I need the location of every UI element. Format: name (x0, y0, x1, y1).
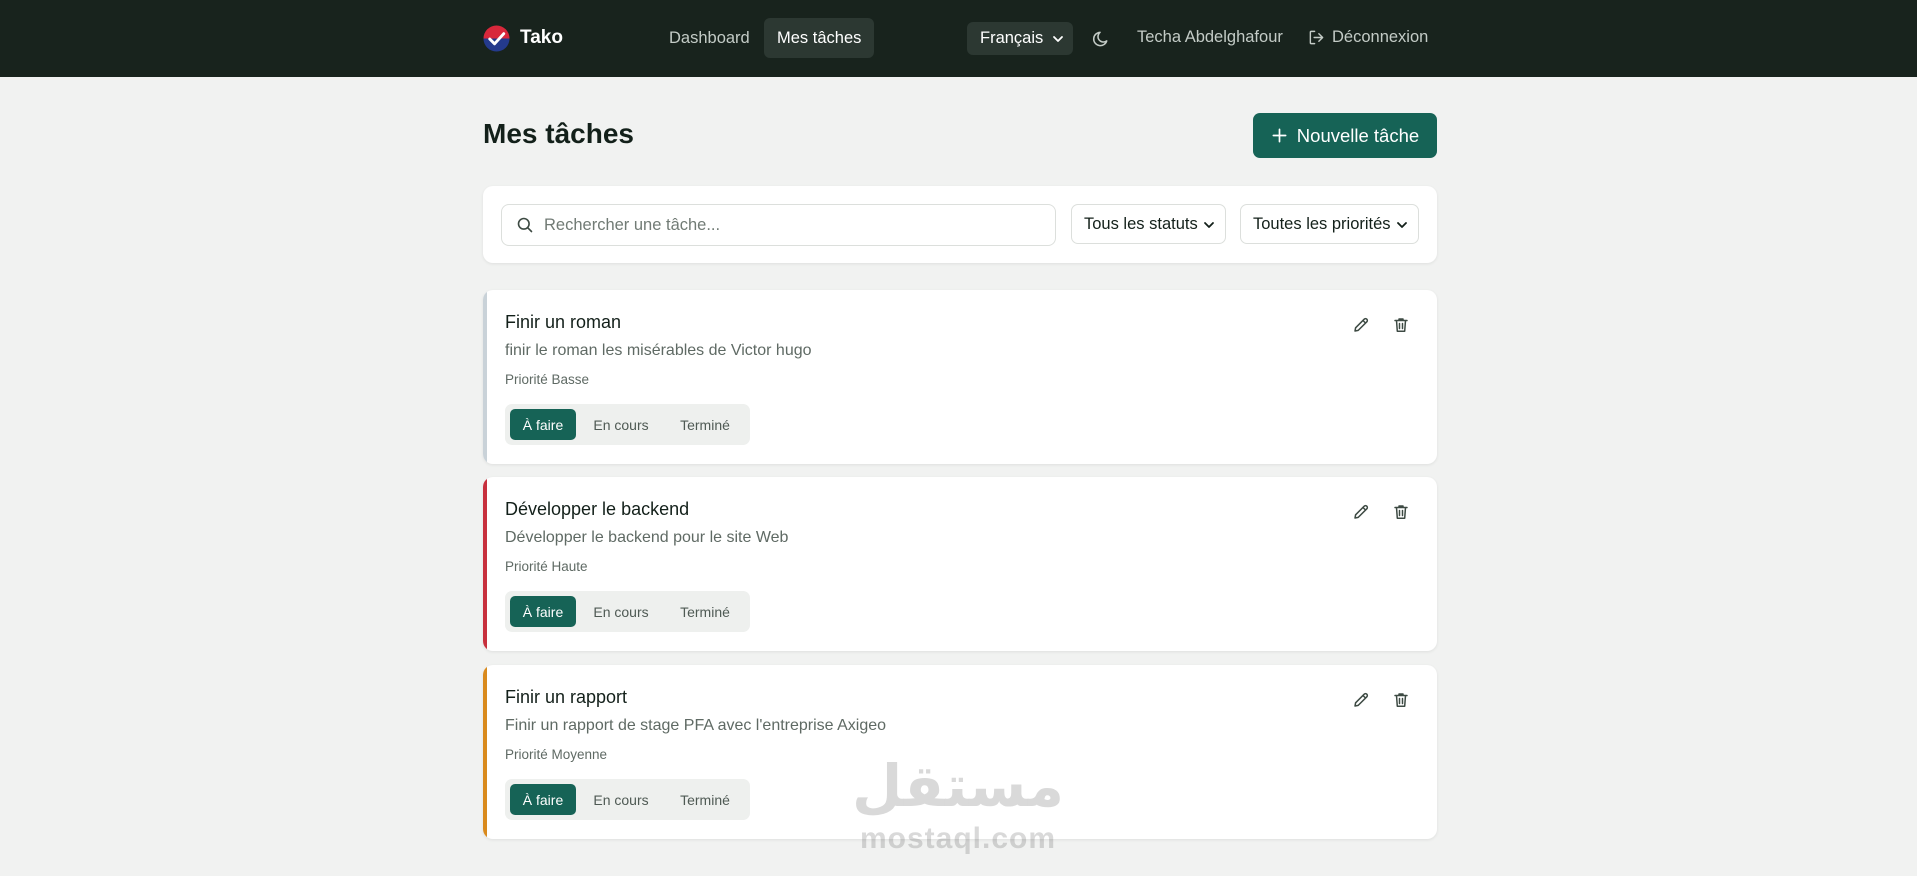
edit-task-button[interactable] (1352, 316, 1372, 336)
logout-label: Déconnexion (1332, 28, 1429, 46)
logout-icon (1309, 30, 1324, 45)
priority-accent-bar (483, 477, 487, 651)
task-card: Finir un rapport Finir un rapport de sta… (483, 665, 1437, 839)
status-filter-select[interactable]: Tous les statuts (1071, 204, 1226, 244)
language-value: Français (980, 29, 1044, 47)
new-task-button[interactable]: Nouvelle tâche (1253, 113, 1437, 158)
priority-filter-select[interactable]: Toutes les priorités (1240, 204, 1419, 244)
edit-task-button[interactable] (1352, 691, 1372, 711)
status-segmented-control: À faire En cours Terminé (505, 779, 750, 820)
task-priority: Priorité Haute (505, 559, 588, 574)
chevron-down-icon (1397, 222, 1407, 228)
status-segmented-control: À faire En cours Terminé (505, 591, 750, 632)
task-card: Développer le backend Développer le back… (483, 477, 1437, 651)
brand-link[interactable]: Tako (483, 24, 563, 52)
task-description: finir le roman les misérables de Victor … (505, 342, 812, 359)
filter-bar: Tous les statuts Toutes les priorités (483, 186, 1437, 263)
search-icon (517, 217, 533, 233)
trash-icon (1394, 318, 1408, 332)
status-todo-button[interactable]: À faire (510, 596, 576, 627)
new-task-label: Nouvelle tâche (1296, 124, 1420, 146)
edit-task-button[interactable] (1352, 503, 1372, 523)
status-todo-button[interactable]: À faire (510, 409, 576, 440)
delete-task-button[interactable] (1392, 691, 1412, 711)
status-todo-button[interactable]: À faire (510, 784, 576, 815)
pencil-icon (1354, 504, 1369, 519)
search-input[interactable] (544, 215, 1024, 235)
delete-task-button[interactable] (1392, 316, 1412, 336)
pencil-icon (1354, 317, 1369, 332)
status-done-button[interactable]: Terminé (665, 784, 745, 815)
tako-logo-icon (483, 24, 510, 52)
task-card: Finir un roman finir le roman les miséra… (483, 290, 1437, 464)
nav-link-my-tasks[interactable]: Mes tâches (764, 18, 875, 58)
priority-filter-value: Toutes les priorités (1253, 214, 1391, 233)
language-select[interactable]: Français (967, 22, 1073, 55)
dark-mode-toggle-icon[interactable] (1092, 29, 1111, 48)
plus-icon (1272, 128, 1287, 143)
chevron-down-icon (1204, 222, 1214, 228)
app-name: Tako (520, 27, 563, 48)
status-in-progress-button[interactable]: En cours (580, 409, 662, 440)
delete-task-button[interactable] (1392, 503, 1412, 523)
priority-accent-bar (483, 665, 487, 839)
user-name[interactable]: Techa Abdelghafour (1137, 28, 1283, 47)
task-priority: Priorité Basse (505, 372, 590, 387)
task-priority: Priorité Moyenne (505, 747, 608, 762)
status-segmented-control: À faire En cours Terminé (505, 404, 750, 445)
status-done-button[interactable]: Terminé (665, 596, 745, 627)
search-box[interactable] (501, 204, 1056, 246)
trash-icon (1394, 505, 1408, 519)
task-title: Finir un roman (505, 312, 622, 332)
chevron-down-icon (1053, 36, 1063, 42)
task-title: Finir un rapport (505, 687, 628, 707)
logout-button[interactable]: Déconnexion (1308, 28, 1428, 47)
task-title: Développer le backend (505, 499, 690, 519)
task-description: Développer le backend pour le site Web (505, 529, 789, 546)
trash-icon (1394, 693, 1408, 707)
pencil-icon (1354, 692, 1369, 707)
task-description: Finir un rapport de stage PFA avec l'ent… (505, 717, 887, 734)
status-filter-value: Tous les statuts (1084, 214, 1198, 233)
status-in-progress-button[interactable]: En cours (580, 596, 662, 627)
status-in-progress-button[interactable]: En cours (580, 784, 662, 815)
page-title: Mes tâches (483, 118, 634, 149)
status-done-button[interactable]: Terminé (665, 409, 745, 440)
nav-link-dashboard[interactable]: Dashboard (656, 18, 763, 58)
top-navbar: Tako Dashboard Mes tâches Français Techa… (0, 0, 1917, 77)
priority-accent-bar (483, 290, 487, 464)
